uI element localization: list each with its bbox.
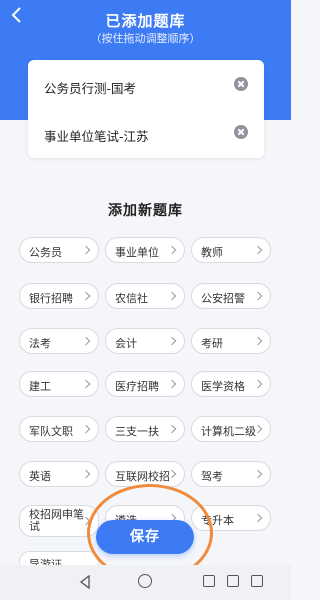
bank-tag-label: 事业单位 <box>115 246 159 259</box>
bank-tag[interactable]: 事业单位 <box>105 237 185 263</box>
chevron-right-icon <box>253 291 263 301</box>
bank-tag-label: 驾考 <box>201 470 223 483</box>
remove-icon[interactable] <box>234 125 248 139</box>
page-title: 已添加题库 <box>105 12 186 30</box>
bank-tag-label: 教师 <box>201 246 223 259</box>
added-bank-item[interactable]: 事业单位笔试-江苏 <box>44 108 248 156</box>
bank-tag[interactable]: 英语 <box>19 461 99 487</box>
bank-tag-label: 公安招警 <box>201 292 245 305</box>
bank-tag[interactable]: 医疗招聘 <box>105 371 185 397</box>
bank-tag-label: 银行招聘 <box>29 292 73 305</box>
bank-tag[interactable]: 驾考 <box>191 461 271 487</box>
bank-tag-label: 军队文职 <box>29 425 73 438</box>
bank-tag[interactable]: 计算机二级 <box>191 416 271 442</box>
bank-tag-label: 法考 <box>29 337 51 350</box>
chevron-right-icon <box>81 291 91 301</box>
nav-square-icon[interactable] <box>227 575 239 587</box>
nav-square-icon[interactable] <box>251 575 263 587</box>
chevron-right-icon <box>167 245 177 255</box>
chevron-right-icon <box>253 379 263 389</box>
added-bank-list: 公务员行测-国考 事业单位笔试-江苏 <box>28 60 264 158</box>
bank-tag[interactable]: 医学资格 <box>191 371 271 397</box>
bank-tag-label: 互联网校招 <box>115 470 170 483</box>
chevron-right-icon <box>81 245 91 255</box>
chevron-right-icon <box>253 513 263 523</box>
bank-tag-label: 会计 <box>115 337 137 350</box>
chevron-right-icon <box>81 336 91 346</box>
nav-home-icon[interactable] <box>138 574 152 588</box>
bank-tag[interactable]: 法考 <box>19 328 99 354</box>
bank-tag-label: 英语 <box>29 470 51 483</box>
bank-tag-label: 建工 <box>29 380 51 393</box>
bank-tag[interactable]: 银行招聘 <box>19 283 99 309</box>
section-title: 添加新题库 <box>108 203 183 219</box>
bank-tag-label: 考研 <box>201 337 223 350</box>
chevron-right-icon <box>253 245 263 255</box>
bank-tag[interactable]: 军队文职 <box>19 416 99 442</box>
chevron-right-icon <box>167 291 177 301</box>
added-bank-item[interactable]: 公务员行测-国考 <box>44 60 248 108</box>
bank-tag[interactable]: 教师 <box>191 237 271 263</box>
chevron-right-icon <box>167 336 177 346</box>
bank-tag[interactable]: 农信社 <box>105 283 185 309</box>
system-nav-bar <box>0 565 291 600</box>
chevron-right-icon <box>167 424 177 434</box>
remove-icon[interactable] <box>234 77 248 91</box>
bank-tag[interactable]: 公安招警 <box>191 283 271 309</box>
chevron-right-icon <box>167 379 177 389</box>
chevron-right-icon <box>81 379 91 389</box>
bank-tag-label: 医疗招聘 <box>115 380 159 393</box>
bank-tag-label: 三支一扶 <box>115 425 159 438</box>
bank-tag-label: 公务员 <box>29 246 62 259</box>
bank-tag-label: 校招网申笔试 <box>29 508 84 533</box>
added-bank-label: 事业单位笔试-江苏 <box>44 129 149 144</box>
added-bank-label: 公务员行测-国考 <box>44 81 137 96</box>
chevron-right-icon <box>253 336 263 346</box>
bank-tag-label: 农信社 <box>115 292 148 305</box>
bank-tag[interactable]: 建工 <box>19 371 99 397</box>
chevron-right-icon <box>253 469 263 479</box>
bank-tag-label: 医学资格 <box>201 380 245 393</box>
page-subtitle: （按住拖动调整顺序） <box>90 32 201 45</box>
bank-tag[interactable]: 公务员 <box>19 237 99 263</box>
bank-tag[interactable]: 会计 <box>105 328 185 354</box>
nav-recents-icon[interactable] <box>203 575 215 587</box>
bank-tag-label: 计算机二级 <box>201 425 256 438</box>
bank-tag[interactable]: 互联网校招 <box>105 461 185 487</box>
nav-back-icon[interactable] <box>78 575 92 589</box>
bank-tag[interactable]: 三支一扶 <box>105 416 185 442</box>
chevron-right-icon <box>81 469 91 479</box>
bank-tag[interactable]: 考研 <box>191 328 271 354</box>
chevron-right-icon <box>81 424 91 434</box>
